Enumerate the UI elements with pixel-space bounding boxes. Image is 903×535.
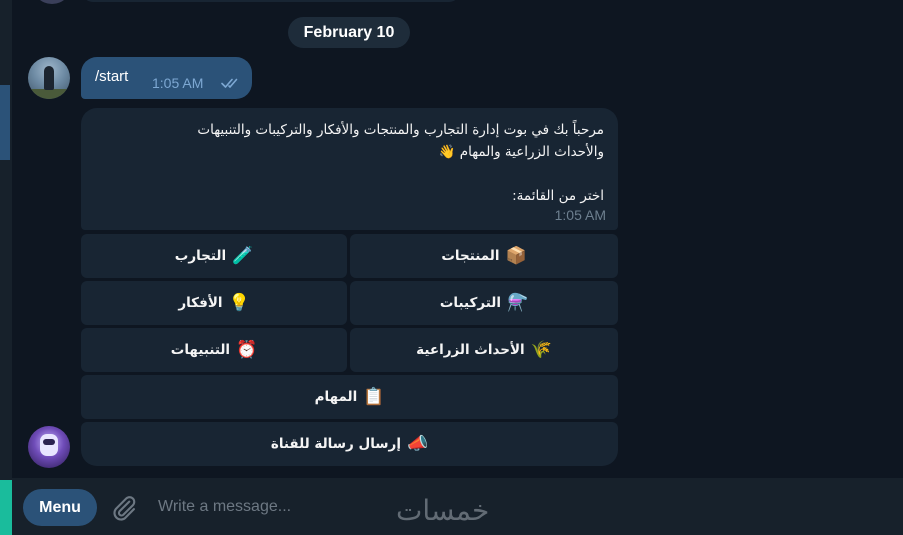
keyboard-button-formulations[interactable]: ⚗️ التركيبات [350,281,618,325]
message-time: 1:05 AM [554,207,606,223]
message-text: /start [95,68,129,85]
message-line: مرحباً بك في بوت إدارة التجارب والمنتجات… [197,122,604,138]
keyboard-button-send-channel[interactable]: 📣 إرسال رسالة للقناة [81,422,618,466]
flask-icon: ⚗️ [506,293,529,313]
watermark-logo: خمسات [396,494,490,527]
incoming-message[interactable]: مرحباً بك في بوت إدارة التجارب والمنتجات… [81,108,618,230]
keyboard-button-tasks[interactable]: 📋 المهام [81,375,618,419]
paperclip-icon[interactable] [110,494,138,522]
button-label: المنتجات [441,248,500,264]
user-avatar[interactable] [28,57,70,99]
keyboard-button-alerts[interactable]: ⏰ التنبيهات [81,328,347,372]
message-time: 1:05 AM [152,75,204,91]
button-label: الأفكار [178,295,223,311]
megaphone-icon: 📣 [406,434,429,454]
previous-message-bubble [82,0,460,2]
left-panel-edge [0,0,12,535]
robot-figure [40,434,58,456]
keyboard-button-experiments[interactable]: 🧪 التجارب [81,234,347,278]
wheat-icon: 🌾 [530,340,552,360]
avatar-person [44,66,54,90]
lightbulb-icon: 💡 [228,293,250,313]
outgoing-message[interactable]: /start 1:05 AM [81,57,252,99]
button-label: المهام [314,389,358,405]
button-label: التنبيهات [170,342,231,358]
double-check-icon [221,78,238,88]
bot-avatar[interactable] [28,426,70,468]
left-panel-selection [0,85,10,160]
box-icon: 📦 [505,246,527,266]
left-panel-accent [0,480,12,535]
button-label: التركيبات [439,295,501,311]
message-text: مرحباً بك في بوت إدارة التجارب والمنتجات… [104,119,604,207]
button-label: الأحداث الزراعية [416,342,525,358]
menu-button[interactable]: Menu [23,489,97,526]
button-label: التجارب [174,248,227,264]
robot-visor [43,439,55,445]
message-line: اختر من القائمة: [512,188,604,204]
avatar-ground [28,89,70,99]
keyboard-button-products[interactable]: 📦 المنتجات [350,234,618,278]
previous-avatar [32,0,72,4]
date-separator[interactable]: February 10 [288,17,410,48]
message-spacer [104,163,604,185]
keyboard-button-agri-events[interactable]: 🌾 الأحداث الزراعية [350,328,618,372]
test-tube-icon: 🧪 [232,246,254,266]
alarm-clock-icon: ⏰ [236,340,258,360]
message-line: والأحداث الزراعية والمهام 👋 [438,144,604,160]
button-label: إرسال رسالة للقناة [270,436,401,452]
keyboard-button-ideas[interactable]: 💡 الأفكار [81,281,347,325]
clipboard-icon: 📋 [363,387,385,407]
